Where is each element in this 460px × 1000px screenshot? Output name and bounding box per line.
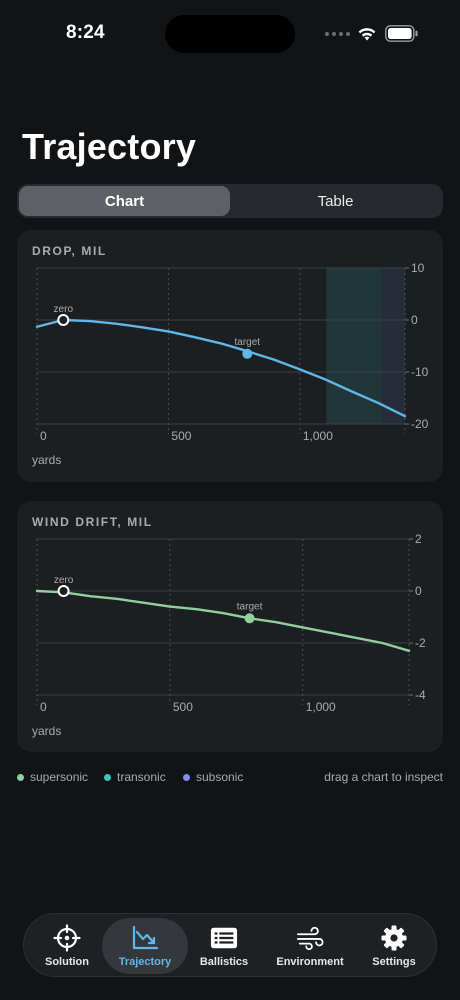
- x-tick-label: 1,000: [303, 429, 333, 443]
- drop-chart[interactable]: 10 0 -10 -20 0 500 1,000 zero target: [17, 230, 443, 482]
- y-tick-label: -10: [411, 365, 429, 379]
- segment-table[interactable]: Table: [230, 186, 441, 216]
- zero-marker-label: zero: [54, 304, 74, 315]
- battery-icon: [385, 25, 418, 42]
- tab-label: Settings: [372, 956, 416, 968]
- target-marker-label: target: [237, 601, 263, 612]
- target-marker-label: target: [234, 337, 260, 348]
- wind-drift-chart-card[interactable]: WIND DRIFT, MIL 2 0 -2 -4 0 500 1,000 zero targe…: [17, 501, 443, 752]
- gear-icon: [380, 924, 408, 952]
- subsonic-region: [381, 268, 405, 424]
- y-tick-label: 0: [411, 313, 418, 327]
- target-marker: [244, 613, 255, 624]
- supersonic-dot-icon: [17, 773, 24, 781]
- tab-label: Ballistics: [199, 956, 249, 968]
- drop-chart-card[interactable]: DROP, MIL 10 0 -10 -20 0 500 1,000 zero target y…: [17, 230, 443, 482]
- drop-x-axis-unit: yards: [32, 453, 62, 467]
- segment-chart[interactable]: Chart: [19, 186, 230, 216]
- x-tick-label: 0: [40, 429, 47, 443]
- legend-label: supersonic: [30, 770, 89, 784]
- legend-item-supersonic: supersonic: [17, 770, 88, 784]
- crosshair-icon: [53, 924, 81, 952]
- legend-item-subsonic: subsonic: [183, 770, 243, 784]
- x-tick-label: 500: [173, 700, 193, 714]
- zero-marker: [57, 314, 70, 326]
- wifi-icon: [358, 28, 376, 41]
- x-tick-label: 1,000: [306, 700, 336, 714]
- tab-environment[interactable]: Environment: [270, 918, 350, 974]
- y-tick-label: 2: [415, 532, 422, 546]
- chart-legend: supersonic transonic subsonic drag a cha…: [17, 770, 443, 788]
- y-tick-label: 10: [411, 261, 425, 275]
- target-marker: [242, 348, 253, 359]
- tab-bar: Solution Trajectory Ballistics Environme…: [23, 913, 437, 977]
- view-segmented-control: Chart Table: [17, 184, 443, 218]
- x-tick-label: 0: [40, 700, 47, 714]
- tab-settings[interactable]: Settings: [362, 918, 426, 974]
- list-icon: [210, 924, 238, 952]
- y-tick-label: -4: [415, 688, 426, 702]
- zero-marker: [57, 585, 70, 597]
- y-tick-label: -20: [411, 417, 429, 431]
- tab-label: Solution: [45, 956, 89, 968]
- dynamic-island: [165, 15, 295, 53]
- legend-item-transonic: transonic: [104, 770, 166, 784]
- y-tick-label: -2: [415, 636, 426, 650]
- status-bar: 8:24: [0, 0, 460, 70]
- wind-icon: [296, 924, 324, 952]
- tab-trajectory[interactable]: Trajectory: [102, 918, 188, 974]
- tab-label: Trajectory: [118, 956, 172, 968]
- legend-label: transonic: [117, 770, 166, 784]
- chart-icon: [131, 924, 159, 952]
- tab-label: Environment: [276, 956, 344, 968]
- y-tick-label: 0: [415, 584, 422, 598]
- tab-solution[interactable]: Solution: [32, 918, 102, 974]
- transonic-dot-icon: [104, 773, 111, 781]
- subsonic-dot-icon: [183, 773, 190, 781]
- wind-drift-chart[interactable]: 2 0 -2 -4 0 500 1,000 zero target: [17, 501, 443, 752]
- cellular-signal-icon: [325, 32, 350, 36]
- x-tick-label: 500: [171, 429, 191, 443]
- page-title: Trajectory: [22, 126, 197, 167]
- legend-label: subsonic: [196, 770, 244, 784]
- zero-marker-label: zero: [54, 575, 74, 586]
- tab-ballistics[interactable]: Ballistics: [192, 918, 256, 974]
- series-line: [35, 589, 411, 652]
- status-time: 8:24: [66, 22, 105, 43]
- wind-x-axis-unit: yards: [32, 724, 62, 738]
- drag-hint: drag a chart to inspect: [324, 770, 443, 784]
